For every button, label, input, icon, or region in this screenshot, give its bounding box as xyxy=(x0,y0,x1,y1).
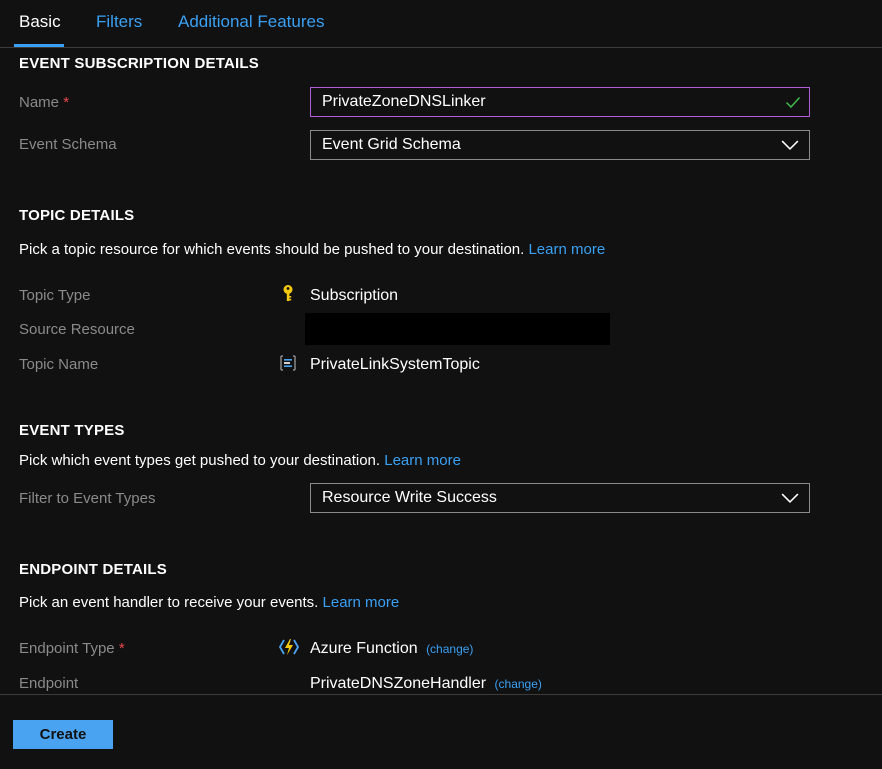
change-endpoint-type-link[interactable]: (change) xyxy=(426,642,473,656)
azure-function-icon xyxy=(279,639,299,655)
endpoint-type-value: Azure Function xyxy=(310,640,418,657)
name-label: Name * xyxy=(19,94,69,111)
event-schema-value: Event Grid Schema xyxy=(322,136,461,153)
chevron-down-icon xyxy=(781,140,799,151)
event-schema-dropdown[interactable]: Event Grid Schema xyxy=(310,130,810,160)
topic-type-value: Subscription xyxy=(310,287,399,304)
tab-additional-features[interactable]: Additional Features xyxy=(178,12,324,32)
tab-basic[interactable]: Basic xyxy=(19,12,61,32)
tabs-divider xyxy=(0,47,882,48)
topic-description-text: Pick a topic resource for which events s… xyxy=(19,241,525,258)
endpoint-description: Pick an event handler to receive your ev… xyxy=(19,594,399,611)
endpoint-label: Endpoint xyxy=(19,675,79,692)
endpoint-value: PrivateDNSZoneHandler xyxy=(310,675,487,692)
source-resource-label: Source Resource xyxy=(19,321,135,338)
topic-type-label: Topic Type xyxy=(19,287,91,304)
endpoint-type-label-text: Endpoint Type xyxy=(19,640,115,657)
name-input[interactable] xyxy=(322,93,772,111)
event-schema-label: Event Schema xyxy=(19,136,117,153)
topic-description: Pick a topic resource for which events s… xyxy=(19,241,605,258)
key-icon xyxy=(283,285,293,301)
name-label-text: Name xyxy=(19,94,60,111)
topic-details-heading: TOPIC DETAILS xyxy=(19,207,135,224)
event-types-description: Pick which event types get pushed to you… xyxy=(19,452,461,469)
source-resource-redacted xyxy=(305,313,610,345)
endpoint-description-text: Pick an event handler to receive your ev… xyxy=(19,594,319,611)
endpoint-learn-more-link[interactable]: Learn more xyxy=(323,594,400,611)
name-field[interactable] xyxy=(310,87,810,117)
system-topic-icon xyxy=(280,355,296,371)
chevron-down-icon xyxy=(781,493,799,504)
event-types-dropdown[interactable]: Resource Write Success xyxy=(310,483,810,513)
endpoint-type-label: Endpoint Type * xyxy=(19,640,125,657)
event-types-heading: EVENT TYPES xyxy=(19,422,125,439)
endpoint-row: PrivateDNSZoneHandler (change) xyxy=(310,675,542,693)
event-types-description-text: Pick which event types get pushed to you… xyxy=(19,452,381,469)
endpoint-type-row: Azure Function (change) xyxy=(310,640,473,658)
topic-learn-more-link[interactable]: Learn more xyxy=(528,241,605,258)
required-asterisk: * xyxy=(118,640,125,657)
tab-filters[interactable]: Filters xyxy=(96,12,142,32)
create-button[interactable]: Create xyxy=(13,720,113,749)
change-endpoint-link[interactable]: (change) xyxy=(495,677,542,691)
topic-name-label: Topic Name xyxy=(19,356,99,373)
footer-divider xyxy=(0,694,882,695)
filter-event-types-label: Filter to Event Types xyxy=(19,490,156,507)
event-types-learn-more-link[interactable]: Learn more xyxy=(384,452,461,469)
endpoint-details-heading: ENDPOINT DETAILS xyxy=(19,561,167,578)
required-asterisk: * xyxy=(63,94,70,111)
event-subscription-details-heading: EVENT SUBSCRIPTION DETAILS xyxy=(19,55,259,72)
checkmark-icon xyxy=(785,96,801,109)
topic-name-value: PrivateLinkSystemTopic xyxy=(310,356,480,373)
event-types-value: Resource Write Success xyxy=(322,489,497,506)
